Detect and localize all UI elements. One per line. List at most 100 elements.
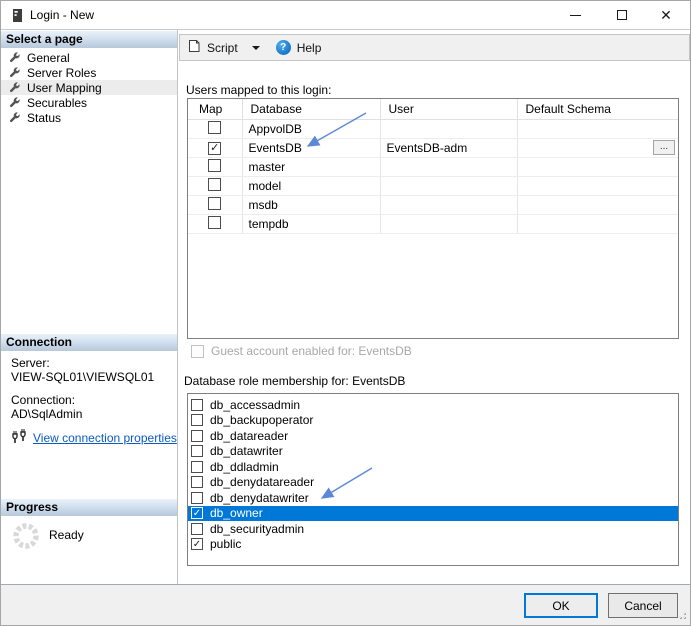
window-title: Login - New xyxy=(30,8,95,22)
role-checkbox-db_backupoperator[interactable] xyxy=(191,414,203,427)
default-schema-cell[interactable]: ... xyxy=(517,138,678,158)
role-row-db_denydatareader[interactable]: db_denydatareader xyxy=(188,475,678,491)
role-checkbox-db_securityadmin[interactable] xyxy=(191,522,203,535)
column-header-default-schema: Default Schema xyxy=(517,99,678,120)
map-checkbox-appvoldb[interactable] xyxy=(208,120,222,134)
user-cell[interactable] xyxy=(380,119,518,139)
titlebar: Login - New ✕ xyxy=(1,1,690,30)
script-dropdown-icon[interactable] xyxy=(251,45,260,50)
role-row-db_backupoperator[interactable]: db_backupoperator xyxy=(188,413,678,429)
default-schema-cell[interactable] xyxy=(517,214,678,234)
role-row-db_securityadmin[interactable]: db_securityadmin xyxy=(188,521,678,537)
minimize-button[interactable] xyxy=(558,1,592,29)
browse-schema-button[interactable]: ... xyxy=(653,140,675,155)
map-checkbox-eventsdb[interactable]: ✓ xyxy=(208,142,222,155)
map-cell xyxy=(188,157,243,177)
sidebar-item-server-roles[interactable]: Server Roles xyxy=(1,65,177,80)
user-mapping-grid: Map Database User Default Schema AppvolDB ✓ E… xyxy=(187,98,679,339)
progress-header: Progress xyxy=(1,499,177,516)
role-checkbox-db_denydatawriter[interactable] xyxy=(191,491,203,504)
role-row-db_accessadmin[interactable]: db_accessadmin xyxy=(188,397,678,413)
progress-spinner-icon xyxy=(11,521,41,554)
help-button[interactable]: Help xyxy=(297,41,322,55)
login-icon xyxy=(11,8,23,26)
connection-header: Connection xyxy=(1,334,177,351)
map-checkbox-msdb[interactable] xyxy=(208,196,222,210)
default-schema-cell[interactable] xyxy=(517,119,678,139)
login-new-dialog: Login - New ✕ Select a page General Serve… xyxy=(0,0,691,626)
guest-account-label: Guest account enabled for: EventsDB xyxy=(211,344,412,358)
user-cell[interactable] xyxy=(380,214,518,234)
default-schema-cell[interactable] xyxy=(517,176,678,196)
role-checkbox-db_ddladmin[interactable] xyxy=(191,460,203,473)
mapping-row-tempdb[interactable]: tempdb xyxy=(188,214,678,234)
cancel-button[interactable]: Cancel xyxy=(608,593,678,618)
role-checkbox-db_datareader[interactable] xyxy=(191,429,203,442)
server-value: VIEW-SQL01\VIEWSQL01 xyxy=(11,370,155,384)
role-checkbox-db_accessadmin[interactable] xyxy=(191,398,203,411)
maximize-button[interactable] xyxy=(605,1,639,29)
default-schema-cell[interactable] xyxy=(517,195,678,215)
sidebar-item-securables[interactable]: Securables xyxy=(1,95,177,110)
column-header-user: User xyxy=(380,99,518,120)
wrench-icon xyxy=(10,66,20,77)
user-cell[interactable] xyxy=(380,195,518,215)
mapping-row-model[interactable]: model xyxy=(188,176,678,196)
sidebar-item-general[interactable]: General xyxy=(1,50,177,65)
guest-account-checkbox xyxy=(191,344,204,358)
user-cell[interactable] xyxy=(380,157,518,177)
wrench-icon xyxy=(10,111,20,122)
role-row-db_datareader[interactable]: db_datareader xyxy=(188,428,678,444)
mapping-row-eventsdb[interactable]: ✓ EventsDB EventsDB-adm... xyxy=(188,138,678,158)
map-checkbox-master[interactable] xyxy=(208,158,222,172)
toolbar: Script ? Help xyxy=(179,34,690,61)
role-row-db_ddladmin[interactable]: db_ddladmin xyxy=(188,459,678,475)
script-button[interactable]: Script xyxy=(207,41,238,55)
ok-button[interactable]: OK xyxy=(524,593,598,618)
sidebar-pages: General Server Roles User Mapping Securable… xyxy=(1,50,177,125)
mapping-row-appvoldb[interactable]: AppvolDB xyxy=(188,119,678,139)
map-cell: ✓ xyxy=(188,138,243,158)
role-label: db_denydatareader xyxy=(210,475,315,490)
role-row-db_denydatawriter[interactable]: db_denydatawriter xyxy=(188,490,678,506)
minimize-icon xyxy=(569,14,581,16)
column-header-database: Database xyxy=(242,99,381,120)
map-cell xyxy=(188,195,243,215)
role-row-db_owner[interactable]: ✓ db_owner xyxy=(188,505,678,521)
close-button[interactable]: ✕ xyxy=(649,1,683,29)
role-checkbox-public[interactable]: ✓ xyxy=(191,538,203,551)
wrench-icon xyxy=(10,81,20,92)
view-connection-properties-link[interactable]: View connection properties xyxy=(33,431,177,445)
role-label: db_owner xyxy=(210,506,263,521)
role-row-public[interactable]: ✓ public xyxy=(188,537,678,553)
user-cell[interactable] xyxy=(380,176,518,196)
role-label: db_backupoperator xyxy=(210,413,314,428)
map-checkbox-tempdb[interactable] xyxy=(208,215,222,229)
connection-label: Connection: xyxy=(11,393,76,407)
database-cell: AppvolDB xyxy=(242,119,381,139)
resize-grip[interactable] xyxy=(677,609,687,623)
default-schema-cell[interactable] xyxy=(517,157,678,177)
role-label: db_denydatawriter xyxy=(210,490,309,505)
mapping-row-msdb[interactable]: msdb xyxy=(188,195,678,215)
footer: OK Cancel xyxy=(1,585,690,625)
mapping-rows: AppvolDB ✓ EventsDB EventsDB-adm... master mo… xyxy=(188,119,678,234)
sidebar-item-label: Status xyxy=(27,110,62,125)
role-checkbox-db_owner[interactable]: ✓ xyxy=(191,507,203,520)
role-label: db_securityadmin xyxy=(210,521,305,536)
role-label: public xyxy=(210,537,242,552)
sidebar-item-label: Server Roles xyxy=(27,65,97,80)
user-cell[interactable]: EventsDB-adm xyxy=(380,138,518,158)
role-checkbox-db_datawriter[interactable] xyxy=(191,445,203,458)
map-cell xyxy=(188,214,243,234)
mapping-row-master[interactable]: master xyxy=(188,157,678,177)
sidebar-item-user-mapping[interactable]: User Mapping xyxy=(1,80,177,95)
role-checkbox-db_denydatareader[interactable] xyxy=(191,476,203,489)
sidebar-item-label: Securables xyxy=(27,95,88,110)
role-row-db_datawriter[interactable]: db_datawriter xyxy=(188,444,678,460)
sidebar-item-status[interactable]: Status xyxy=(1,110,177,125)
role-label: db_datareader xyxy=(210,428,289,443)
users-mapped-label: Users mapped to this login: xyxy=(186,83,332,97)
map-checkbox-model[interactable] xyxy=(208,177,222,191)
help-icon[interactable]: ? xyxy=(275,40,291,55)
